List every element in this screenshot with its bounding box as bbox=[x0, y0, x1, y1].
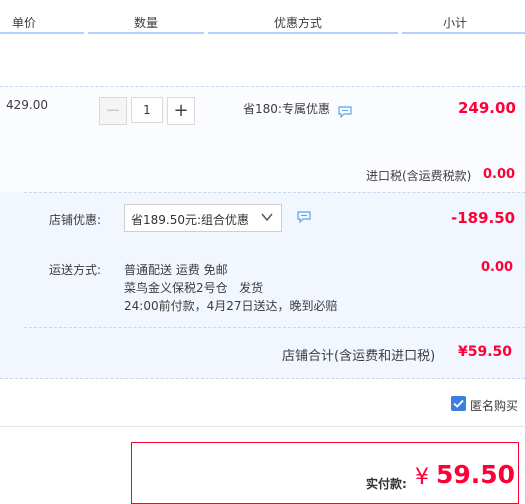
header-promotion: 优惠方式 bbox=[274, 16, 323, 30]
chevron-down-icon bbox=[261, 213, 273, 222]
import-tax-value: 0.00 bbox=[483, 167, 516, 182]
shipping-delivery-promise: 24:00前付款，4月27日送达，晚到必赔 bbox=[124, 299, 338, 313]
shipping-value: 0.00 bbox=[481, 260, 514, 275]
payment-currency: ¥ bbox=[415, 465, 429, 490]
anonymous-purchase-label: 匿名购买 bbox=[470, 399, 519, 413]
header-subtotal: 小计 bbox=[443, 16, 468, 30]
shipping-label: 运送方式: bbox=[49, 263, 102, 277]
header-unit-price: 单价 bbox=[12, 16, 37, 30]
shop-total-value: ¥59.50 bbox=[458, 344, 513, 360]
shop-discount-selected: 省189.50元:组合优惠 bbox=[131, 213, 250, 227]
shipping-warehouse: 菜鸟金义保税2号仓 发货 bbox=[124, 281, 264, 295]
decrease-quantity-button[interactable]: − bbox=[99, 97, 127, 125]
increase-quantity-button[interactable]: + bbox=[167, 97, 195, 125]
divider bbox=[0, 426, 525, 427]
item-promotion: 省180:专属优惠 bbox=[243, 102, 330, 116]
item-unit-price: 429.00 bbox=[6, 98, 48, 112]
item-subtotal: 249.00 bbox=[458, 99, 516, 117]
shipping-method: 普通配送 运费 免邮 bbox=[124, 263, 228, 277]
import-tax-label: 进口税(含运费税款) bbox=[366, 169, 472, 183]
shop-discount-select[interactable]: 省189.50元:组合优惠 bbox=[124, 204, 282, 232]
shop-discount-value: -189.50 bbox=[451, 209, 516, 227]
quantity-stepper: − + bbox=[99, 97, 195, 125]
shop-discount-label: 店铺优惠: bbox=[49, 213, 102, 227]
quantity-input[interactable] bbox=[131, 97, 163, 123]
shop-total-label: 店铺合计(含运费和进口税) bbox=[282, 349, 436, 364]
payment-label: 实付款: bbox=[366, 477, 407, 491]
header-quantity: 数量 bbox=[134, 16, 159, 30]
anonymous-purchase-checkbox[interactable] bbox=[451, 396, 466, 411]
message-icon[interactable] bbox=[297, 211, 311, 223]
spacer-row bbox=[0, 34, 525, 86]
payment-amount: 59.50 bbox=[436, 460, 516, 489]
table-header: 单价 数量 优惠方式 小计 bbox=[0, 0, 525, 34]
message-icon[interactable] bbox=[338, 106, 352, 118]
checkmark-icon bbox=[453, 399, 464, 408]
